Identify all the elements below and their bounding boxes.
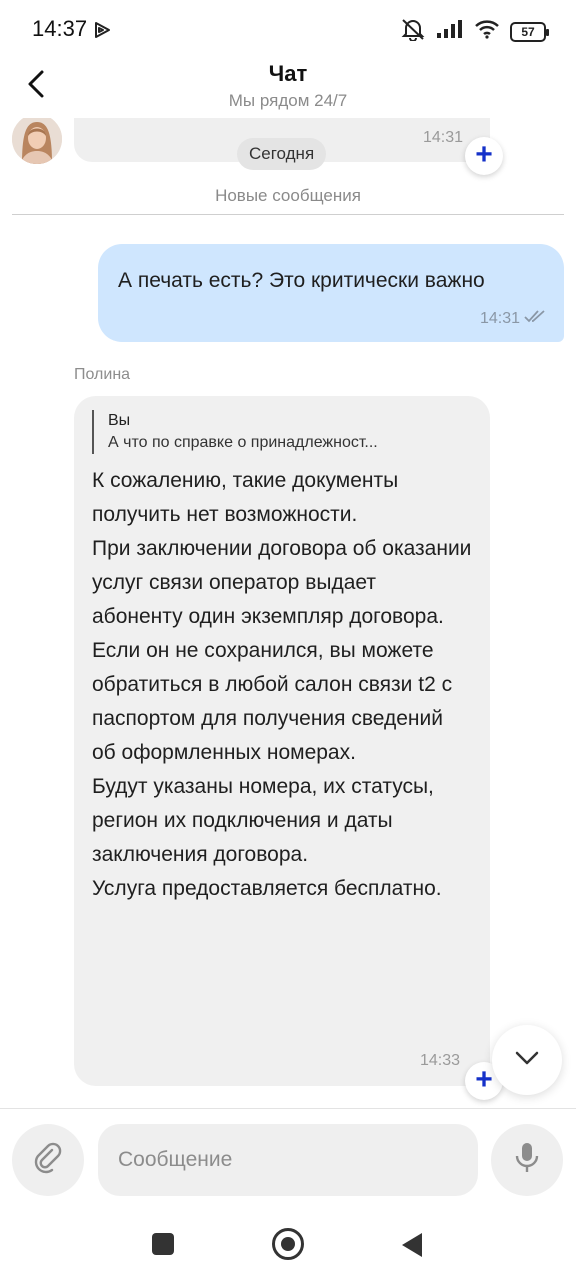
attach-button[interactable] [12, 1124, 84, 1196]
scroll-down-button[interactable] [492, 1025, 562, 1095]
battery-icon: 57 [510, 21, 549, 42]
mute-icon [400, 17, 426, 46]
message-composer [0, 1108, 576, 1204]
reply-text: А что по справке о принадлежност... [108, 434, 378, 451]
microphone-icon [513, 1141, 541, 1180]
play-icon [92, 20, 112, 45]
message-input[interactable] [98, 1124, 478, 1196]
page-title: Чат [268, 61, 308, 86]
plus-icon: + [475, 1062, 493, 1096]
message-time: 14:31 [479, 309, 520, 327]
message-list[interactable]: 14:31 + Сегодня Новые сообщения А печать… [0, 118, 576, 1108]
message-time: 14:31 [423, 129, 464, 146]
paperclip-icon [32, 1142, 64, 1179]
plus-icon: + [475, 137, 493, 171]
status-bar: 14:37 57 [0, 0, 576, 60]
date-separator: Сегодня [237, 138, 327, 170]
system-navigation-bar [0, 1204, 576, 1280]
recent-apps-button[interactable] [152, 1233, 174, 1255]
reply-quote[interactable]: Вы А что по справке о принадлежност... [92, 410, 472, 454]
page-subtitle: Мы рядом 24/7 [228, 91, 348, 110]
sender-name: Полина [74, 366, 131, 383]
system-back-button[interactable] [400, 1232, 424, 1263]
new-messages-divider [12, 214, 564, 215]
message-text: К сожалению, такие документы получить не… [92, 469, 472, 900]
chevron-down-icon [515, 1051, 539, 1070]
message-text: А печать есть? Это критически важно [118, 269, 485, 292]
signal-icon [436, 19, 464, 44]
message-time: 14:33 [420, 1052, 461, 1069]
avatar[interactable] [12, 118, 62, 164]
incoming-message-bubble[interactable]: Вы А что по справке о принадлежност... К… [74, 396, 490, 1086]
microphone-button[interactable] [491, 1124, 563, 1196]
add-reaction-button[interactable]: + [465, 137, 503, 175]
outgoing-message-bubble[interactable]: А печать есть? Это критически важно 14:3… [98, 244, 564, 342]
new-messages-label: Новые сообщения [215, 186, 361, 205]
status-time: 14:37 [32, 16, 88, 41]
home-button[interactable] [272, 1228, 304, 1260]
double-check-icon [524, 309, 546, 328]
status-indicators: 57 [400, 17, 549, 46]
wifi-icon [474, 19, 500, 44]
reply-author: Вы [108, 412, 131, 429]
message-meta: 14:31 [480, 309, 546, 328]
chat-header: Чат Мы рядом 24/7 [0, 58, 576, 118]
